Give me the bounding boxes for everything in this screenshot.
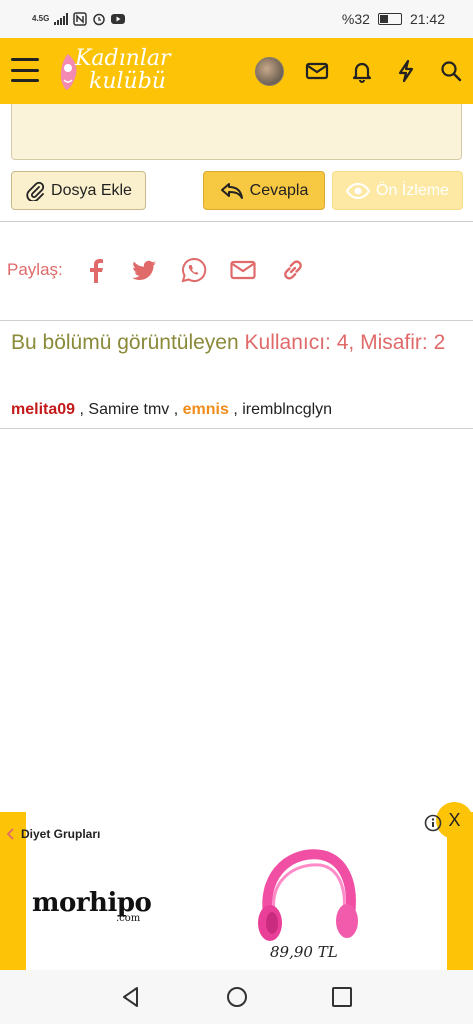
- link-icon[interactable]: [279, 256, 307, 284]
- viewer-user-link[interactable]: iremblncglyn: [242, 401, 332, 418]
- ad-breadcrumb-label: Diyet Grupları: [21, 827, 101, 841]
- recents-icon[interactable]: [329, 984, 355, 1010]
- paperclip-icon: [26, 181, 45, 201]
- site-logo[interactable]: Kadınlar kulübü: [55, 47, 185, 97]
- reply-icon: [220, 182, 243, 199]
- menu-icon[interactable]: [11, 58, 39, 82]
- reply-button[interactable]: Cevapla: [203, 171, 325, 210]
- info-icon[interactable]: [424, 814, 442, 832]
- system-nav-bar: [0, 970, 473, 1024]
- viewer-user-link[interactable]: emnis: [183, 401, 229, 418]
- preview-label: Ön İzleme: [376, 181, 449, 199]
- viewer-user-link[interactable]: melita09: [11, 401, 75, 418]
- mail-icon[interactable]: [304, 58, 330, 84]
- back-icon[interactable]: [118, 984, 144, 1010]
- home-icon[interactable]: [224, 984, 250, 1010]
- alarm-icon: [93, 13, 106, 26]
- facebook-icon[interactable]: [82, 256, 110, 284]
- nfc-icon: [73, 12, 88, 26]
- ad-breadcrumb[interactable]: Diyet Grupları: [7, 827, 100, 841]
- share-label: Paylaş:: [7, 260, 63, 279]
- viewers-count: Kullanıcı: 4, Misafir: 2: [244, 331, 446, 354]
- search-icon[interactable]: [438, 58, 464, 84]
- chevron-left-icon: [7, 828, 14, 840]
- viewers-heading: Bu bölümü görüntüleyen Kullanıcı: 4, Mis…: [11, 328, 461, 358]
- viewer-user-link[interactable]: Samire tmv: [88, 401, 169, 418]
- preview-button[interactable]: Ön İzleme: [332, 171, 463, 210]
- reply-textarea[interactable]: [11, 104, 462, 160]
- attach-file-label: Dosya Ekle: [51, 181, 132, 199]
- divider: [0, 320, 473, 321]
- twitter-icon[interactable]: [130, 256, 158, 284]
- viewers-heading-lead: Bu bölümü görüntüleyen: [11, 331, 239, 354]
- status-bar: 4.5G %32 21:42: [0, 0, 473, 38]
- viewer-separator: ,: [169, 401, 183, 418]
- youtube-icon: [111, 14, 126, 24]
- flash-icon[interactable]: [393, 58, 419, 84]
- ad-brand-domain: .com: [116, 913, 141, 924]
- logo-text-line2: kulübü: [89, 69, 166, 94]
- divider: [0, 221, 473, 222]
- viewer-separator: ,: [228, 401, 243, 418]
- email-icon[interactable]: [229, 256, 257, 284]
- bell-icon[interactable]: [349, 58, 375, 84]
- viewer-separator: ,: [75, 401, 89, 418]
- battery-icon: [377, 13, 402, 25]
- avatar[interactable]: [255, 57, 284, 86]
- battery-percent: %32: [341, 11, 370, 27]
- attach-file-button[interactable]: Dosya Ekle: [11, 171, 146, 210]
- logo-text-line1: Kadınlar: [75, 46, 171, 71]
- viewers-list: melita09 , Samire tmv , emnis , iremblnc…: [11, 401, 332, 419]
- network-type: 4.5G: [32, 14, 50, 23]
- whatsapp-icon[interactable]: [180, 256, 208, 284]
- ad-price: 89,90 TL: [270, 943, 338, 961]
- site-header: Kadınlar kulübü: [0, 38, 473, 104]
- divider: [0, 428, 473, 429]
- signal-icon: [54, 13, 69, 25]
- clock: 21:42: [409, 11, 445, 27]
- reply-label: Cevapla: [249, 181, 309, 199]
- eye-icon: [346, 182, 371, 199]
- headphones-image: [258, 849, 358, 941]
